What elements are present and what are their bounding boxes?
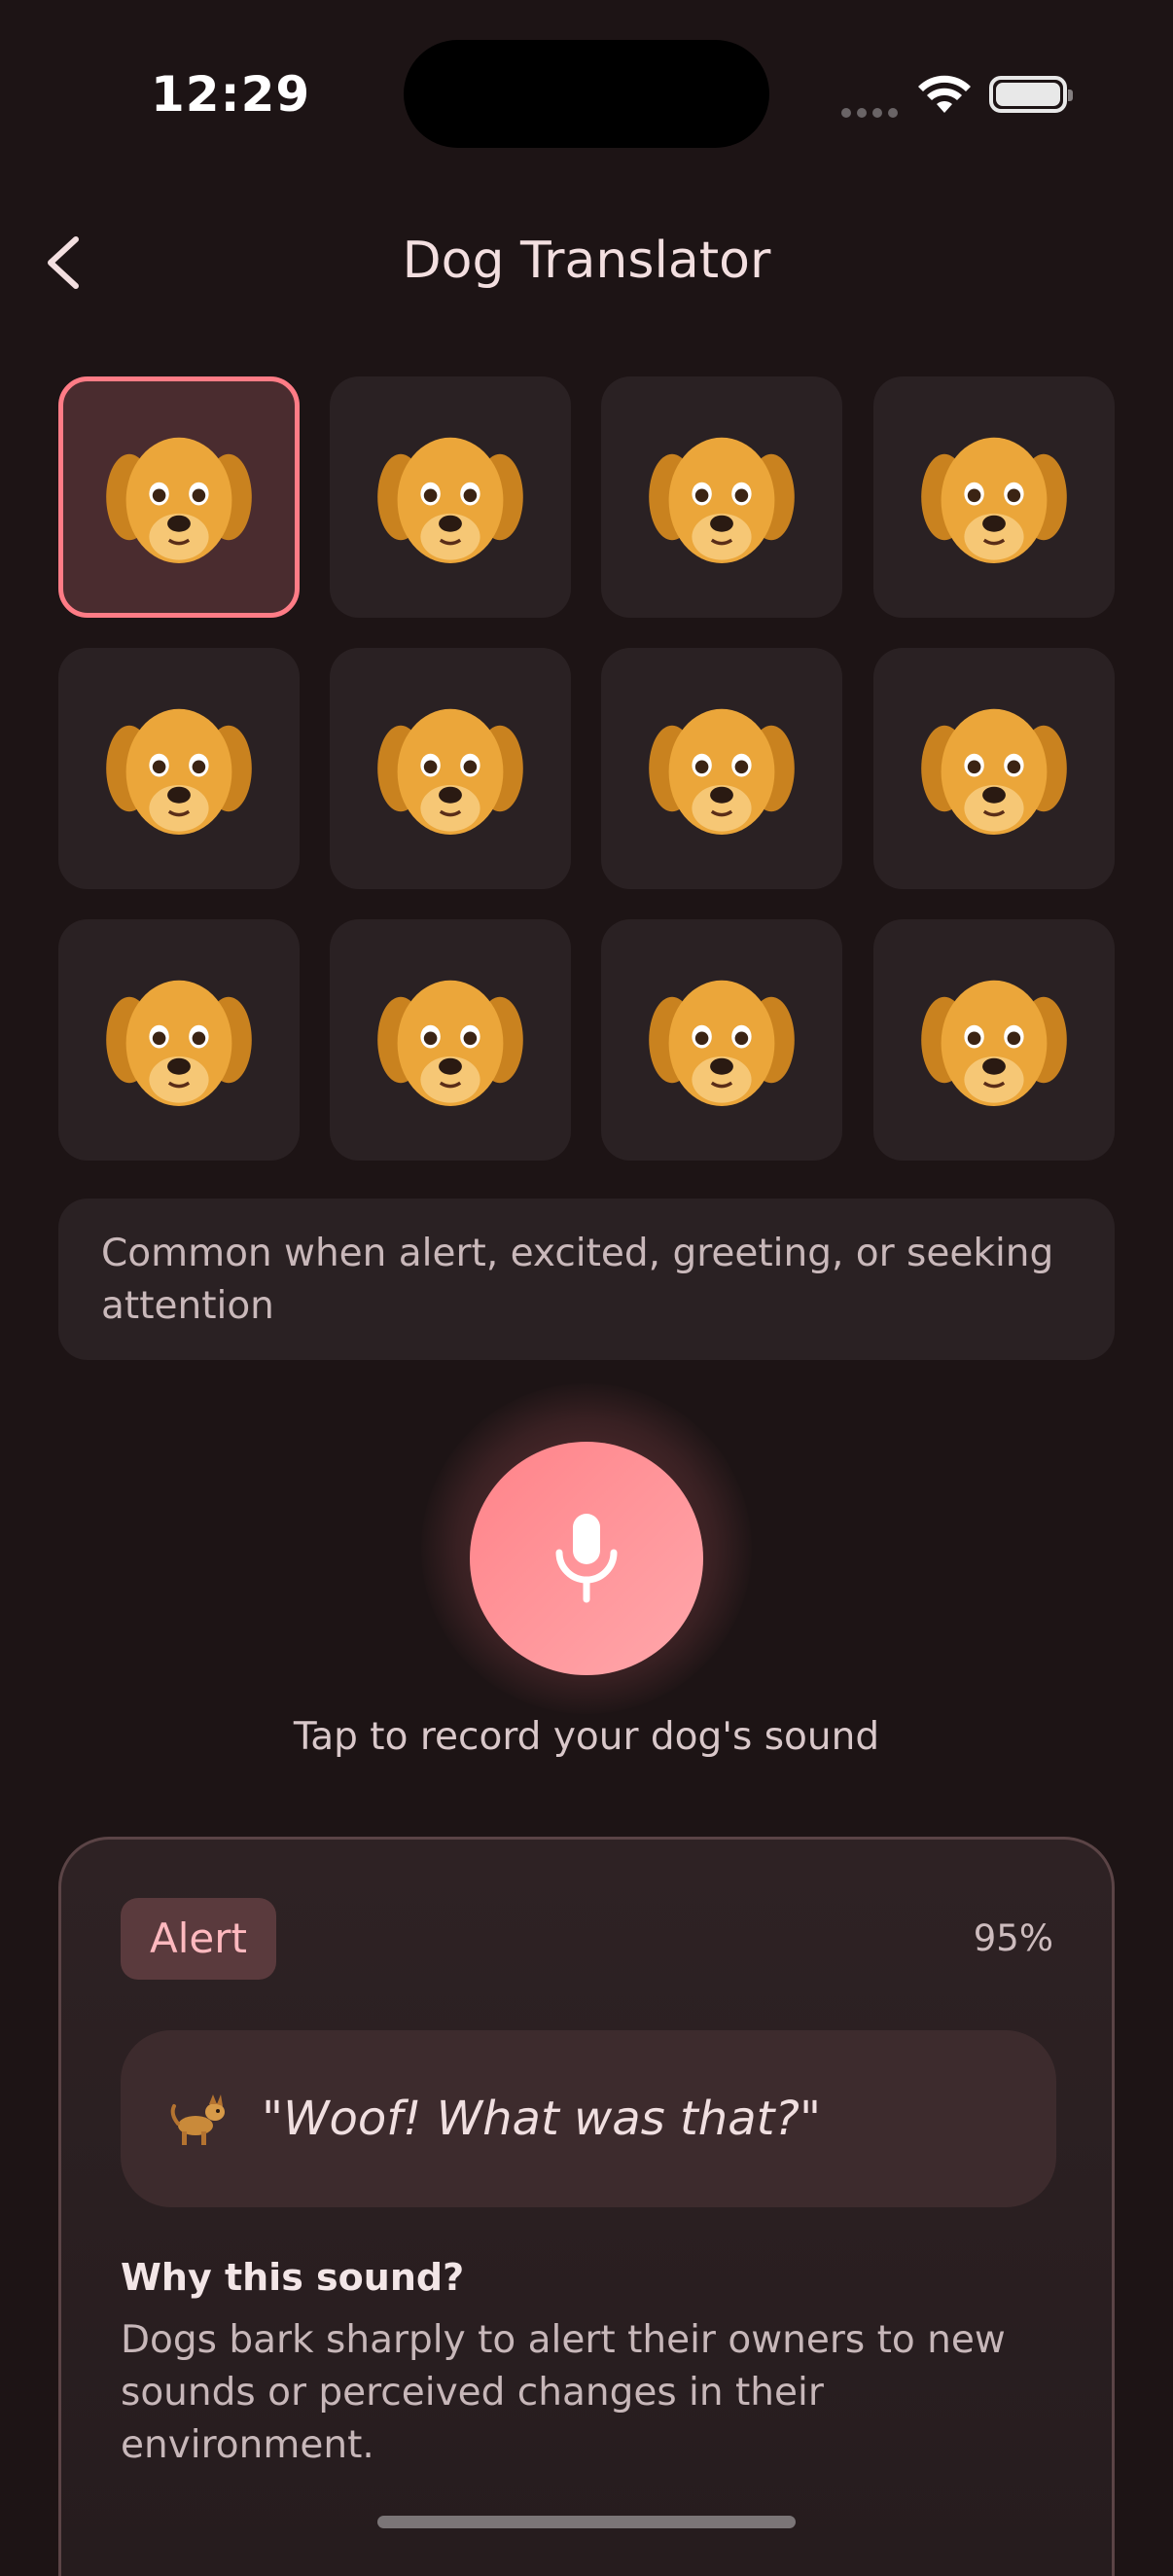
dog-sad-icon [647,436,797,565]
battery-icon [989,76,1073,113]
emotion-tile-playful[interactable] [601,919,842,1161]
record-button[interactable] [470,1442,703,1675]
home-indicator[interactable] [377,2516,796,2528]
emotion-description: Common when alert, excited, greeting, or… [58,1199,1115,1360]
dog-worried-icon [647,707,797,837]
emotion-tile-smug[interactable] [330,919,571,1161]
dog-laughing-icon [919,436,1069,565]
dog-calm-icon [919,979,1069,1108]
dog-pleading-icon [104,979,254,1108]
translation-result-card: Alert 95% "Woof! What was that?" Why thi… [58,1837,1115,2576]
confidence-value: 95% [973,1917,1053,1959]
microphone-icon [555,1514,618,1603]
emotion-tile-sad[interactable] [601,376,842,618]
translation-text: "Woof! What was that?" [262,2092,822,2146]
emotion-tile-surprised[interactable] [58,648,300,889]
why-title: Why this sound? [121,2256,465,2299]
status-bar: 12:29 [0,0,1173,195]
emotion-badge: Alert [121,1898,276,1980]
dog-smug-icon [375,979,525,1108]
emotion-tile-shy[interactable] [330,648,571,889]
dog-playful-icon [647,979,797,1108]
emotion-tile-calm[interactable] [873,919,1115,1161]
emotion-tile-angry[interactable] [330,376,571,618]
dog-scared-icon [919,707,1069,837]
dog-emoji-icon [170,2094,225,2145]
translation-quote: "Woof! What was that?" [121,2030,1056,2207]
dog-shy-icon [375,707,525,837]
emotion-tile-scared[interactable] [873,648,1115,889]
status-time: 12:29 [151,66,311,123]
emotion-tile-happy[interactable] [58,376,300,618]
wifi-icon [918,75,971,113]
why-body: Dogs bark sharply to alert their owners … [121,2318,1006,2467]
dog-happy-icon [104,436,254,565]
record-caption: Tap to record your dog's sound [293,1715,880,1759]
dynamic-island [404,40,769,148]
emotion-tile-worried[interactable] [601,648,842,889]
dog-angry-icon [375,436,525,565]
emotion-tile-pleading[interactable] [58,919,300,1161]
nav-bar: Dog Translator [0,214,1173,311]
cellular-signal-icon [841,103,904,122]
emotion-tile-laughing[interactable] [873,376,1115,618]
dog-surprised-icon [104,707,254,837]
page-title: Dog Translator [402,232,771,290]
